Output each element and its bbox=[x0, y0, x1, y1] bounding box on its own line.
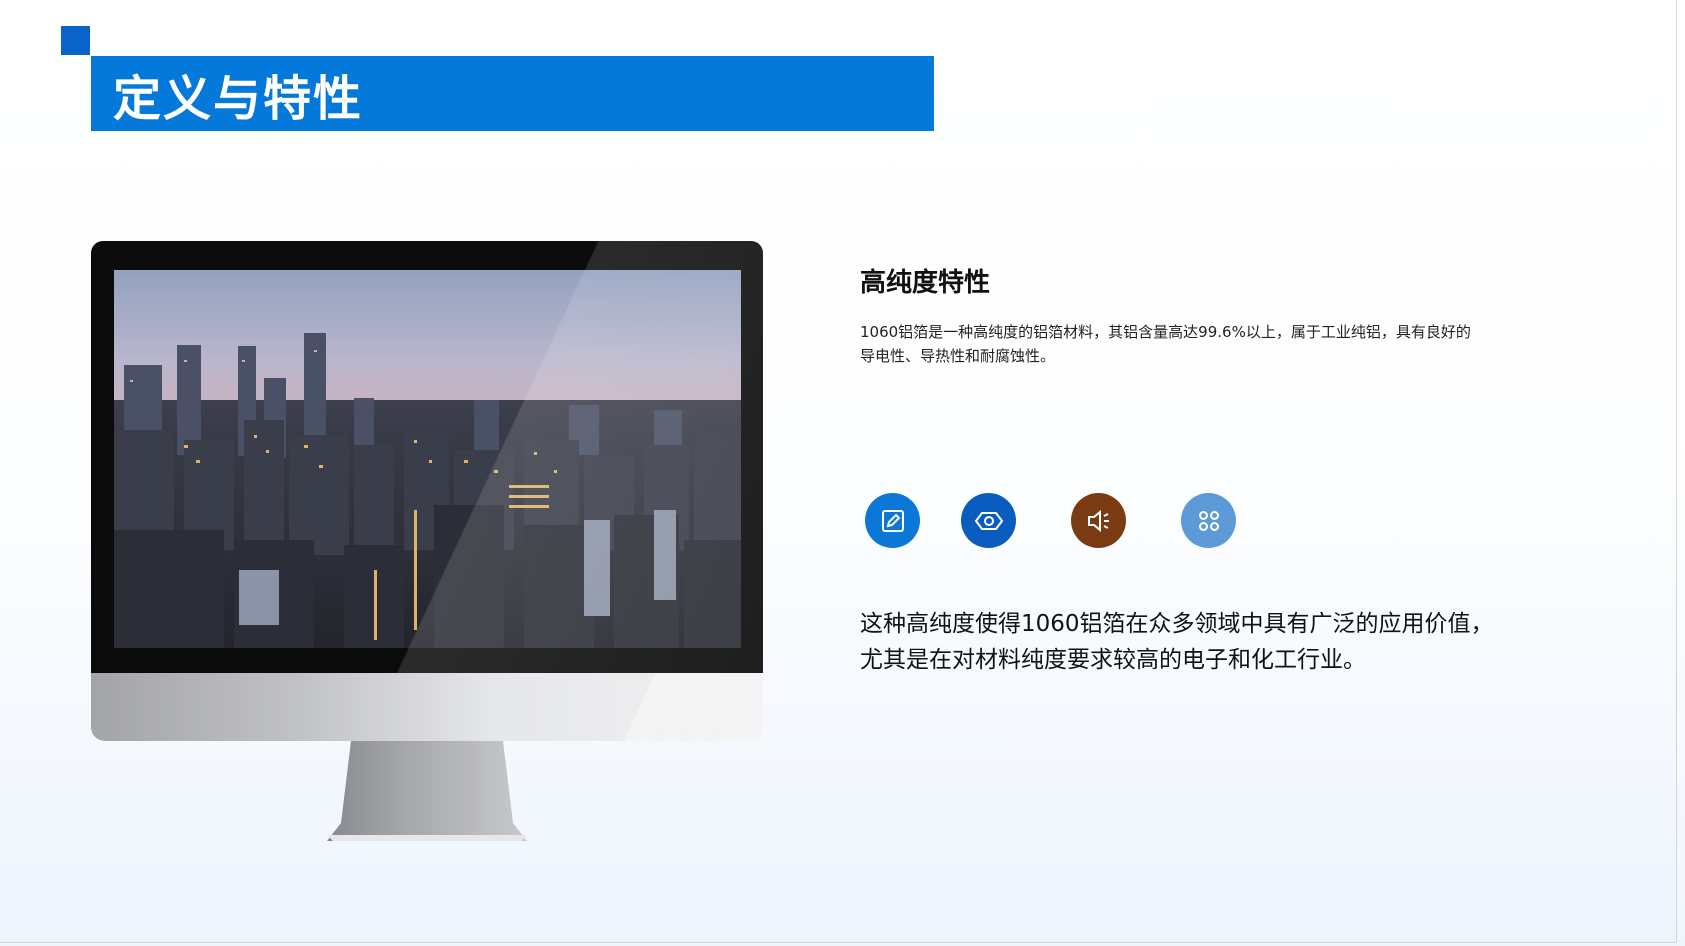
monitor-stand bbox=[327, 741, 527, 841]
monitor-stand-base bbox=[327, 835, 527, 841]
edit-icon bbox=[865, 493, 920, 548]
title-accent-square bbox=[61, 26, 90, 55]
city-skyline-image bbox=[114, 270, 741, 648]
section-subtitle: 高纯度特性 bbox=[860, 268, 991, 298]
monitor-bezel bbox=[91, 241, 763, 673]
speaker-icon bbox=[1071, 493, 1126, 548]
monitor-illustration bbox=[91, 241, 763, 841]
monitor-chin-gloss bbox=[91, 673, 763, 741]
title-bar: 定义与特性 bbox=[91, 56, 934, 131]
page-title: 定义与特性 bbox=[113, 70, 364, 127]
application-paragraph: 这种高纯度使得1060铝箔在众多领域中具有广泛的应用价值，尤其是在对材料纯度要求… bbox=[860, 611, 1494, 673]
grid-four-icon bbox=[1181, 493, 1236, 548]
feature-icons-row bbox=[865, 493, 1245, 549]
city-skyline-drawing bbox=[114, 270, 741, 648]
slide: 定义与特性 高纯度特性 1060铝箔是一种高纯度的铝箔材料，其铝含量高达99.6… bbox=[0, 0, 1677, 943]
description-paragraph: 1060铝箔是一种高纯度的铝箔材料，其铝含量高达99.6%以上，属于工业纯铝，具… bbox=[860, 323, 1471, 365]
hexagon-nut-icon bbox=[961, 493, 1016, 548]
